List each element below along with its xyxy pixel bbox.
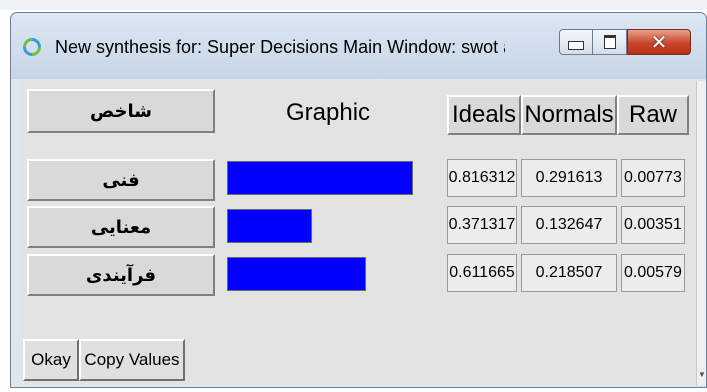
window-title: New synthesis for: Super Decisions Main … — [55, 37, 505, 57]
desktop-strip — [0, 0, 707, 10]
row-bar-2 — [227, 209, 312, 243]
normals-header[interactable]: Normals — [521, 95, 617, 135]
minimize-button[interactable] — [559, 29, 593, 55]
scroll-down-arrow-icon[interactable]: ▼ — [698, 370, 706, 379]
ideal-value-3: 0.611665 — [447, 254, 517, 292]
raw-value-1: 0.00773 — [621, 159, 685, 197]
vertical-scrollbar[interactable]: ▼ — [696, 81, 706, 385]
minimize-icon — [568, 40, 584, 50]
ideal-value-2: 0.371317 — [447, 206, 517, 244]
bar-track-1 — [227, 161, 455, 195]
graphic-header: Graphic — [286, 99, 371, 126]
row-bar-3 — [227, 257, 367, 291]
copy-values-button[interactable]: Copy Values — [79, 339, 185, 381]
row-bar-1 — [227, 161, 414, 195]
maximize-button[interactable] — [593, 29, 627, 55]
title-bar[interactable]: New synthesis for: Super Decisions Main … — [11, 13, 706, 79]
synthesis-window: New synthesis for: Super Decisions Main … — [10, 12, 707, 388]
raw-value-2: 0.00351 — [621, 206, 685, 244]
maximize-icon — [603, 35, 616, 49]
okay-button[interactable]: Okay — [23, 339, 79, 381]
normal-value-1: 0.291613 — [521, 159, 617, 197]
row-name-3: فرآیندی — [27, 254, 215, 296]
close-icon: ✕ — [650, 30, 668, 54]
ideal-value-1: 0.816312 — [447, 159, 517, 197]
bar-track-2 — [227, 209, 455, 243]
normal-value-3: 0.218507 — [521, 254, 617, 292]
close-button[interactable]: ✕ — [627, 29, 691, 55]
ideals-header[interactable]: Ideals — [447, 95, 521, 135]
normal-value-2: 0.132647 — [521, 206, 617, 244]
criteria-header: شاخص — [27, 89, 215, 133]
refresh-icon — [23, 38, 41, 56]
row-name-1: فنی — [27, 159, 215, 201]
row-name-2: معنایی — [27, 206, 215, 248]
bar-track-3 — [227, 257, 455, 291]
raw-value-3: 0.00579 — [621, 254, 685, 292]
raw-header[interactable]: Raw — [617, 95, 689, 135]
